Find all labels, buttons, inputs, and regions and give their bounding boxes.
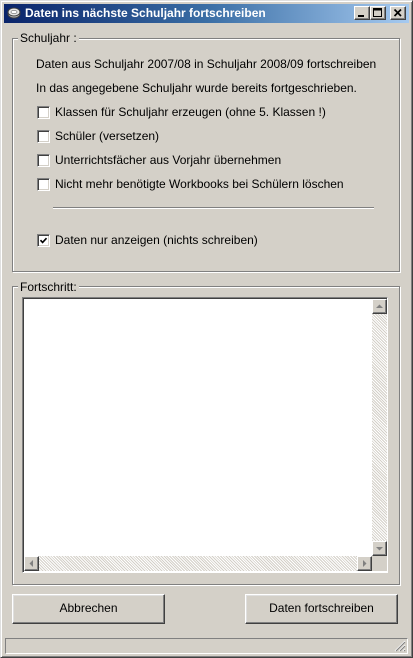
scroll-down-button[interactable]	[372, 541, 387, 556]
checkmark-icon	[40, 237, 47, 244]
copy-subjects-checkbox[interactable]	[37, 154, 50, 167]
maximize-icon	[373, 8, 382, 17]
close-button[interactable]	[390, 6, 406, 20]
status-bar	[5, 638, 408, 654]
arrow-left-icon	[29, 560, 33, 567]
delete-workbooks-checkbox[interactable]	[37, 178, 50, 191]
create-classes-label[interactable]: Klassen für Schuljahr erzeugen (ohne 5. …	[55, 105, 326, 119]
horizontal-scrollbar[interactable]	[24, 556, 372, 571]
window-title: Daten ins nächste Schuljahr fortschreibe…	[25, 6, 266, 20]
dialog-window: Daten ins nächste Schuljahr fortschreibe…	[0, 0, 413, 658]
preview-only-checkbox[interactable]	[37, 234, 50, 247]
maximize-button[interactable]	[370, 6, 386, 20]
progress-log[interactable]	[22, 297, 388, 573]
arrow-right-icon	[363, 560, 367, 567]
promote-students-checkbox[interactable]	[37, 130, 50, 143]
create-classes-checkbox[interactable]	[37, 106, 50, 119]
options-separator	[53, 207, 374, 209]
promote-students-label[interactable]: Schüler (versetzen)	[55, 129, 159, 143]
resize-grip-icon[interactable]	[394, 640, 406, 652]
arrow-down-icon	[376, 547, 383, 551]
submit-button[interactable]: Daten fortschreiben	[245, 594, 398, 624]
minimize-button[interactable]	[354, 6, 370, 20]
scroll-right-button[interactable]	[357, 556, 372, 571]
source-target-info: Daten aus Schuljahr 2007/08 in Schuljahr…	[36, 57, 377, 71]
minimize-icon	[358, 15, 364, 17]
title-bar[interactable]: Daten ins nächste Schuljahr fortschreibe…	[4, 4, 409, 23]
app-icon[interactable]	[7, 6, 21, 20]
close-icon	[393, 8, 402, 17]
scroll-up-button[interactable]	[372, 299, 387, 314]
progress-group-label: Fortschritt:	[18, 280, 79, 294]
already-processed-info: In das angegebene Schuljahr wurde bereit…	[36, 81, 357, 95]
schuljahr-group-label: Schuljahr :	[18, 31, 79, 45]
cancel-button[interactable]: Abbrechen	[12, 594, 165, 624]
scroll-left-button[interactable]	[24, 556, 39, 571]
scrollbar-corner	[372, 556, 387, 571]
copy-subjects-label[interactable]: Unterrichtsfächer aus Vorjahr übernehmen	[55, 153, 281, 167]
preview-only-label[interactable]: Daten nur anzeigen (nichts schreiben)	[55, 233, 258, 247]
arrow-up-icon	[376, 304, 383, 308]
vertical-scrollbar[interactable]	[372, 299, 387, 556]
delete-workbooks-label[interactable]: Nicht mehr benötigte Workbooks bei Schül…	[55, 177, 344, 191]
